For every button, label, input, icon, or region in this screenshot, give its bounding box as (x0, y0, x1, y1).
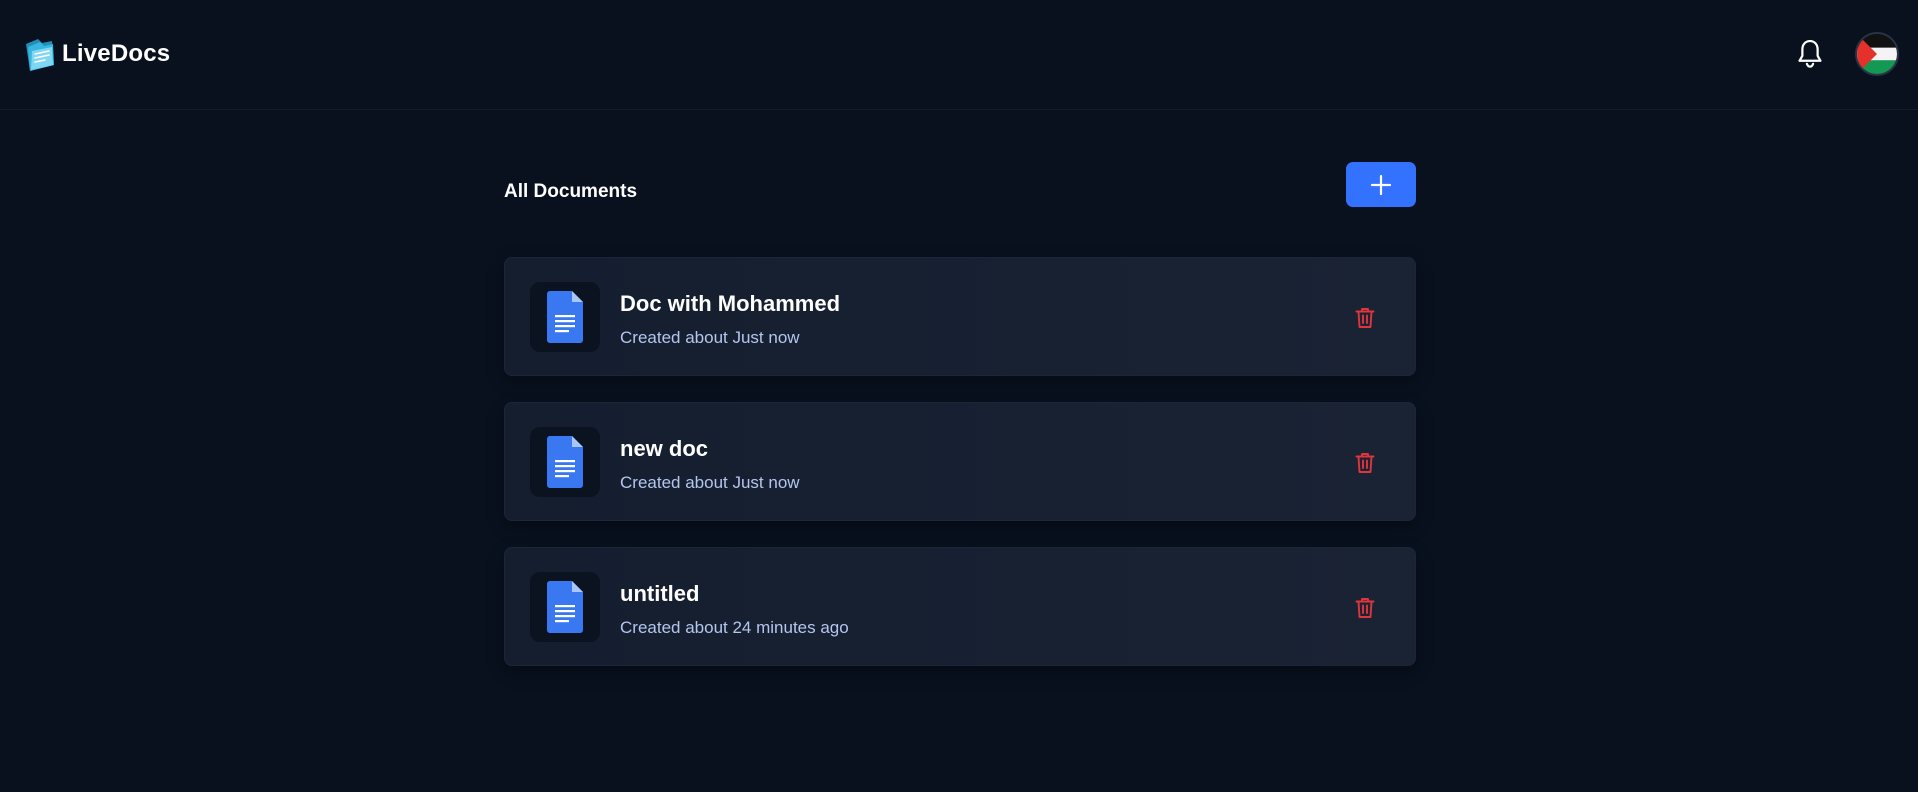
document-created-time: Created about 24 minutes ago (620, 618, 849, 637)
delete-document-button[interactable] (1352, 450, 1378, 476)
document-icon-container (530, 427, 600, 497)
app-name: LiveDocs (62, 40, 171, 67)
document-title: untitled (620, 581, 700, 606)
add-document-button[interactable] (1346, 162, 1416, 207)
document-created-time: Created about Just now (620, 328, 800, 347)
trash-icon (1355, 308, 1375, 328)
document-card[interactable]: new doc Created about Just now (504, 402, 1416, 521)
document-icon (547, 291, 583, 343)
notifications-button[interactable] (1795, 38, 1825, 70)
plus-icon (1370, 174, 1392, 195)
document-title: new doc (620, 436, 709, 461)
document-icon-container (530, 282, 600, 352)
user-avatar[interactable] (1855, 32, 1899, 76)
app-logo[interactable]: LiveDocs (22, 35, 170, 73)
document-created-time: Created about Just now (620, 473, 800, 492)
document-icon-container (530, 572, 600, 642)
document-card[interactable]: untitled Created about 24 minutes ago (504, 547, 1416, 666)
document-list: Doc with Mohammed Created about Just now… (504, 257, 1416, 692)
folder-icon (26, 39, 54, 71)
page-title: All Documents (504, 181, 638, 202)
document-icon (547, 581, 583, 633)
document-icon (547, 436, 583, 488)
trash-icon (1355, 453, 1375, 473)
trash-icon (1355, 598, 1375, 618)
document-title: Doc with Mohammed (620, 291, 841, 316)
top-navbar: LiveDocs (0, 0, 1918, 110)
delete-document-button[interactable] (1352, 595, 1378, 621)
document-card[interactable]: Doc with Mohammed Created about Just now (504, 257, 1416, 376)
delete-document-button[interactable] (1352, 305, 1378, 331)
palestine-flag-avatar (1857, 34, 1897, 74)
bell-icon (1798, 39, 1822, 68)
